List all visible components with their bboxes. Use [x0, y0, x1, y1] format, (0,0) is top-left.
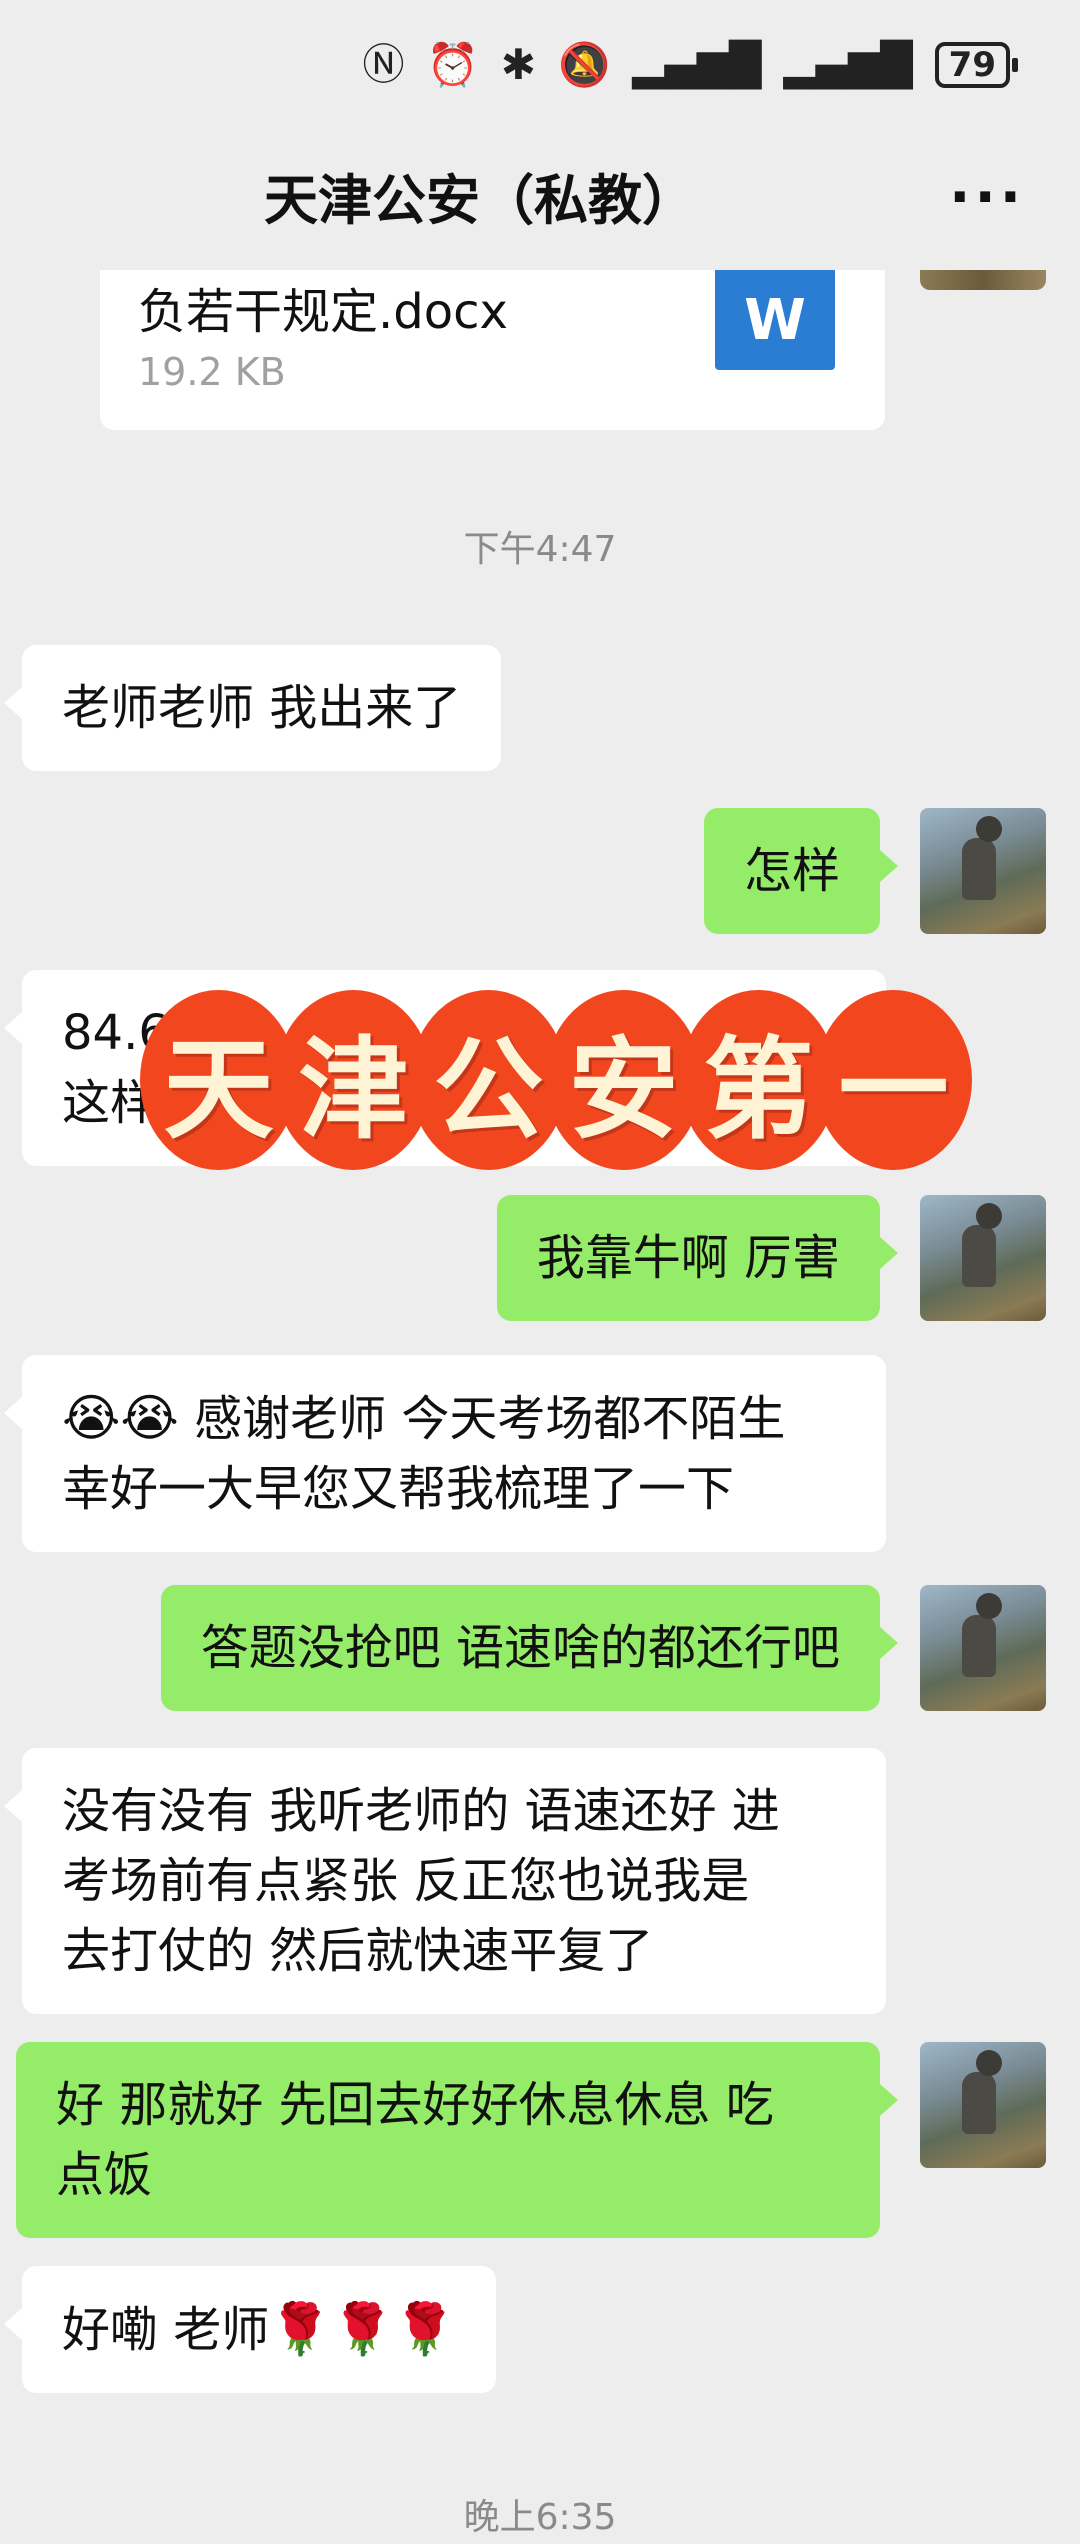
alarm-icon: ⏰: [426, 40, 479, 89]
status-bar: Ⓝ ⏰ ✱ 🔕 ▂▄▆█ ▂▄▆█ 79: [0, 0, 1080, 130]
message-text: 答题没抢吧 语速啥的都还行吧: [200, 1620, 840, 1676]
banner-char: 天: [140, 990, 297, 1170]
avatar[interactable]: [920, 1585, 1046, 1711]
message-text: 感谢老师 今天考场都不陌生: [178, 1391, 786, 1447]
chat-header: 天津公安（私教） ···: [0, 130, 1080, 260]
timestamp: 晚上6:35: [463, 2497, 617, 2538]
avatar[interactable]: [920, 2042, 1046, 2168]
banner-char: 津: [275, 990, 432, 1170]
message-text: 好嘞 老师: [62, 2302, 270, 2358]
message-bubble-sent[interactable]: 答题没抢吧 语速啥的都还行吧: [160, 1585, 899, 1711]
battery-indicator: 79: [934, 42, 1019, 88]
message-bubble-received[interactable]: 好嘞 老师🌹🌹🌹: [3, 2266, 497, 2393]
chat-title: 天津公安（私教）: [264, 168, 696, 232]
message-text: 怎样: [743, 843, 840, 899]
timestamp: 下午4:47: [463, 529, 617, 570]
file-message[interactable]: 负若干规定.docx 19.2 KB W: [100, 270, 885, 430]
banner-char: 一: [815, 990, 972, 1170]
banner-char: 安: [545, 990, 702, 1170]
overlay-banner: 天 津 公 安 第 一: [140, 990, 972, 1170]
message-text: 好 那就好 先回去好好休息休息 吃: [56, 2077, 774, 2133]
message-text: 幸好一大早您又帮我梳理了一下: [62, 1461, 735, 1517]
message-text: 考场前有点紧张 反正您也说我是: [62, 1853, 750, 1909]
avatar[interactable]: [920, 270, 1046, 290]
nfc-icon: Ⓝ: [362, 40, 405, 89]
rose-emoji-icon: 🌹🌹🌹: [269, 2300, 457, 2358]
signal-icon: ▂▄▆█: [783, 40, 913, 89]
message-text: 点饭: [56, 2147, 153, 2203]
banner-char: 公: [410, 990, 567, 1170]
message-text: 去打仗的 然后就快速平复了: [62, 1923, 654, 1979]
message-bubble-received[interactable]: 😭😭 感谢老师 今天考场都不陌生 幸好一大早您又帮我梳理了一下: [4, 1355, 886, 1552]
avatar[interactable]: [920, 1195, 1046, 1321]
message-bubble-received[interactable]: 没有没有 我听老师的 语速还好 进 考场前有点紧张 反正您也说我是 去打仗的 然…: [4, 1748, 886, 2014]
avatar[interactable]: [920, 808, 1046, 934]
word-file-icon: W: [715, 270, 835, 370]
message-list[interactable]: 负若干规定.docx 19.2 KB W 下午4:47 老师老师 我出来了 怎样…: [0, 270, 1080, 2544]
file-name: 负若干规定.docx: [138, 284, 508, 340]
message-text: 老师老师 我出来了: [62, 680, 462, 736]
message-text: 我靠牛啊 厉害: [536, 1230, 840, 1286]
message-bubble-sent[interactable]: 怎样: [703, 808, 899, 934]
message-text: 没有没有 我听老师的 语速还好 进: [62, 1783, 780, 1839]
message-bubble-received[interactable]: 老师老师 我出来了: [3, 645, 502, 771]
banner-char: 第: [680, 990, 837, 1170]
file-size: 19.2 KB: [138, 350, 286, 394]
more-icon[interactable]: ···: [949, 170, 1025, 226]
bluetooth-icon: ✱: [500, 40, 536, 89]
message-bubble-sent[interactable]: 好 那就好 先回去好好休息休息 吃 点饭: [16, 2042, 898, 2238]
signal-icon: ▂▄▆█: [632, 40, 762, 89]
mute-icon: 🔕: [557, 40, 611, 89]
crying-emoji-icon: 😭😭: [62, 1389, 179, 1447]
message-bubble-sent[interactable]: 我靠牛啊 厉害: [496, 1195, 899, 1321]
